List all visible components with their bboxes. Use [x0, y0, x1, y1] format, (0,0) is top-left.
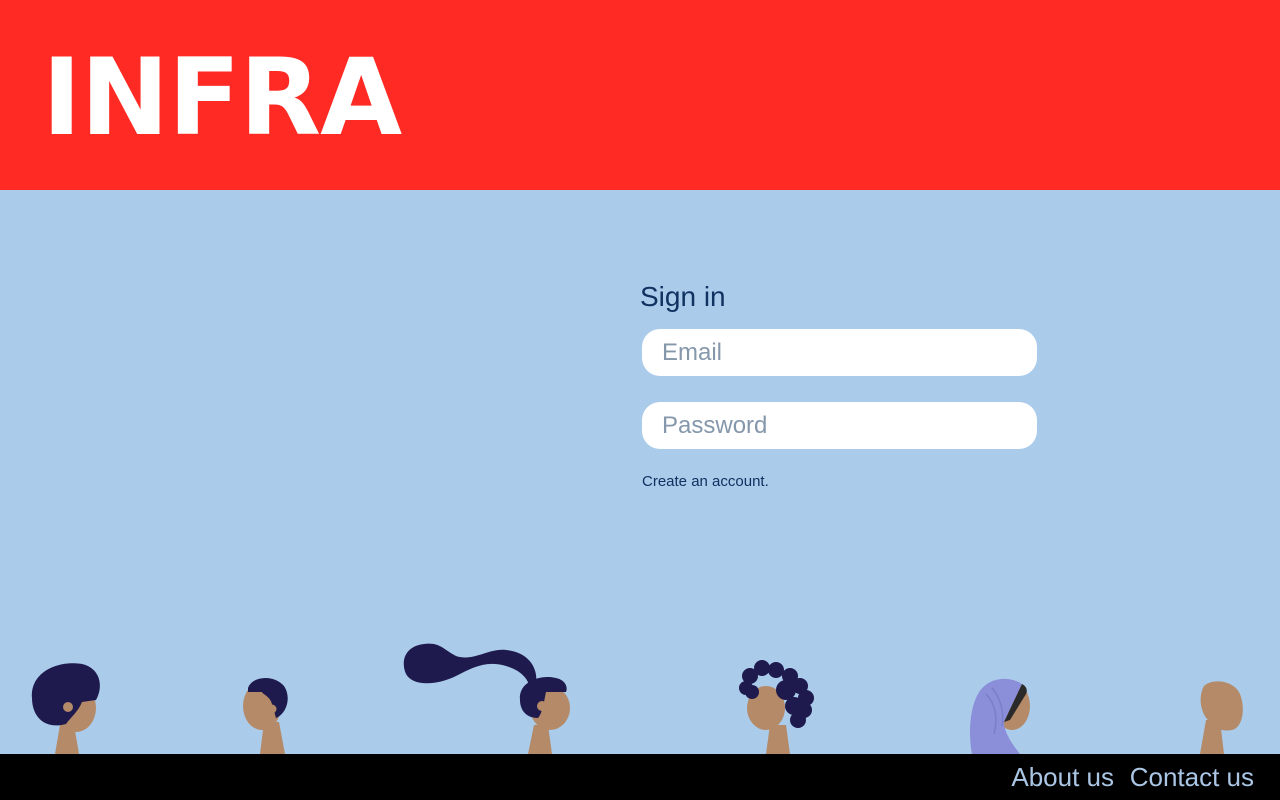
- about-us-link[interactable]: About us: [1011, 762, 1114, 792]
- footer-bar: About us Contact us: [0, 754, 1280, 800]
- person-bald: [1200, 681, 1243, 754]
- person-ponytail: [403, 643, 570, 754]
- contact-us-link[interactable]: Contact us: [1130, 762, 1254, 792]
- header-banner: INFRA: [0, 0, 1280, 190]
- signin-title: Sign in: [640, 281, 726, 312]
- person-hijab: [970, 678, 1030, 754]
- password-field[interactable]: [642, 402, 1037, 449]
- person-curly-hair: [739, 660, 814, 754]
- signin-form: Sign in Create an account.: [640, 280, 1040, 490]
- person-short-hair: [31, 663, 100, 754]
- create-account-link[interactable]: Create an account.: [642, 473, 769, 490]
- people-illustration: [31, 643, 1243, 754]
- email-field[interactable]: [642, 329, 1037, 376]
- app-logo[interactable]: INFRA: [42, 38, 402, 158]
- person-side-part: [243, 677, 288, 754]
